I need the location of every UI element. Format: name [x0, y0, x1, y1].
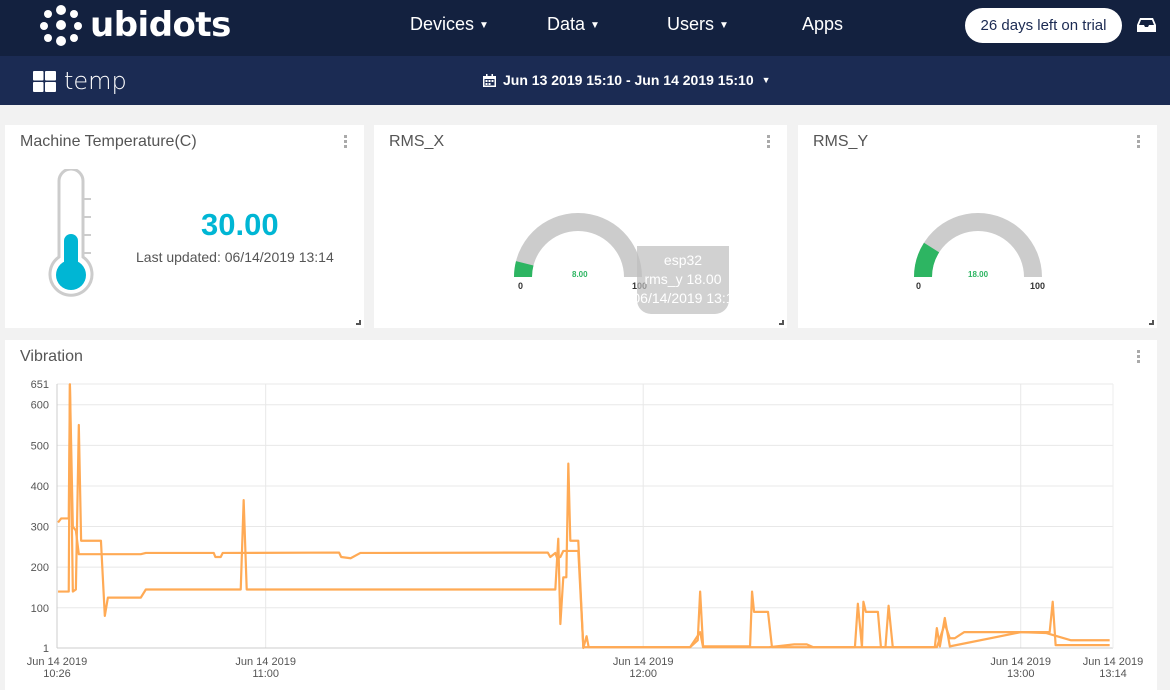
widget-menu-icon[interactable]	[767, 135, 771, 150]
widget-rms-y: RMS_Y 0 18.00 100	[798, 125, 1157, 328]
date-range-label: Jun 13 2019 15:10 - Jun 14 2019 15:10	[503, 72, 754, 88]
gauge-min: 0	[518, 281, 524, 291]
gauge-max: 100	[1030, 281, 1046, 291]
x-tick-label: Jun 14 2019	[613, 656, 674, 668]
x-tick-label: Jun 14 2019	[990, 656, 1051, 668]
series-line-1	[58, 383, 1110, 650]
dashboard-grid-icon	[33, 70, 56, 92]
x-tick-label: Jun 14 2019	[235, 656, 296, 668]
resize-handle[interactable]	[356, 320, 361, 325]
vibration-chart[interactable]: 1100200300400500600651Jun 14 201910:26Ju…	[0, 370, 1170, 683]
brand-name: ubidots	[90, 5, 231, 45]
gauge-rms-x	[514, 213, 642, 277]
x-tick-label: Jun 14 2019	[27, 656, 88, 668]
x-tick-label: 11:00	[252, 668, 279, 680]
gauge-rms-y	[914, 213, 1042, 277]
y-tick-label: 651	[31, 379, 49, 391]
date-range-picker[interactable]: Jun 13 2019 15:10 - Jun 14 2019 15:10 ▼	[483, 72, 771, 88]
calendar-icon	[483, 73, 496, 87]
nav-apps-label: Apps	[802, 14, 844, 34]
nav-users-label: Users	[667, 14, 715, 34]
gauge-min: 0	[916, 281, 922, 291]
nav-users[interactable]: Users ▼	[667, 14, 729, 35]
caret-down-icon: ▼	[761, 75, 771, 85]
widget-title: Machine Temperature(C)	[20, 133, 197, 150]
top-navbar: ubidots Devices ▼ Data ▼ Users ▼ Apps 26 da…	[0, 0, 1170, 56]
inbox-icon[interactable]	[1137, 17, 1156, 33]
tooltip-device: esp32	[663, 252, 703, 268]
widget-menu-icon[interactable]	[1137, 135, 1141, 150]
ubidots-logo-icon	[40, 5, 82, 46]
nav-devices-label: Devices	[410, 14, 475, 34]
widget-title: Vibration	[20, 348, 83, 365]
temperature-value: 30.00	[201, 207, 279, 242]
nav-data[interactable]: Data ▼	[547, 14, 600, 35]
x-tick-label: 10:26	[43, 668, 71, 680]
tooltip-time: 06/14/2019 13:1	[637, 290, 729, 306]
dashboard-title: temp	[64, 67, 127, 95]
y-tick-label: 1	[43, 643, 49, 655]
resize-handle[interactable]	[779, 320, 784, 325]
ubidots-logo[interactable]: ubidots	[40, 4, 231, 46]
gauge-value: 8.00	[572, 270, 588, 279]
y-tick-label: 200	[31, 562, 49, 574]
nav-data-label: Data	[547, 14, 586, 34]
dashboard-header: temp Jun 13 2019 15:10 - Jun 14 2019 15:…	[0, 56, 1170, 105]
nav-apps[interactable]: Apps	[802, 14, 843, 35]
y-tick-label: 300	[31, 522, 49, 534]
x-tick-label: 12:00	[629, 668, 657, 680]
gauge-value: 18.00	[968, 270, 989, 279]
tooltip-value: rms_y 18.00	[644, 271, 722, 287]
trial-button[interactable]: 26 days left on trial	[965, 8, 1122, 43]
y-tick-label: 100	[31, 603, 49, 615]
y-tick-label: 600	[31, 400, 49, 412]
gauge-track	[914, 213, 1042, 277]
gauge-tooltip: esp32 rms_y 18.00 06/14/2019 13:1	[637, 246, 729, 314]
x-tick-label: Jun 14 2019	[1083, 656, 1144, 668]
caret-down-icon: ▼	[590, 19, 600, 31]
widget-menu-icon[interactable]	[1137, 350, 1141, 365]
thermometer-icon	[48, 169, 94, 297]
widget-machine-temperature: Machine Temperature(C) 30.00 Last update…	[5, 125, 364, 328]
gauge-track	[514, 213, 642, 277]
x-tick-label: 13:14	[1099, 668, 1127, 680]
y-tick-label: 400	[31, 481, 49, 493]
caret-down-icon: ▼	[719, 19, 729, 31]
last-updated: Last updated: 06/14/2019 13:14	[136, 249, 334, 265]
x-tick-label: 13:00	[1007, 668, 1035, 680]
y-tick-label: 500	[31, 440, 49, 452]
resize-handle[interactable]	[1149, 320, 1154, 325]
nav-devices[interactable]: Devices ▼	[410, 14, 489, 35]
widget-menu-icon[interactable]	[344, 135, 348, 150]
dashboard-selector[interactable]: temp	[33, 67, 127, 95]
widget-title: RMS_X	[389, 133, 445, 150]
widget-title: RMS_Y	[813, 133, 869, 150]
caret-down-icon: ▼	[479, 19, 489, 31]
